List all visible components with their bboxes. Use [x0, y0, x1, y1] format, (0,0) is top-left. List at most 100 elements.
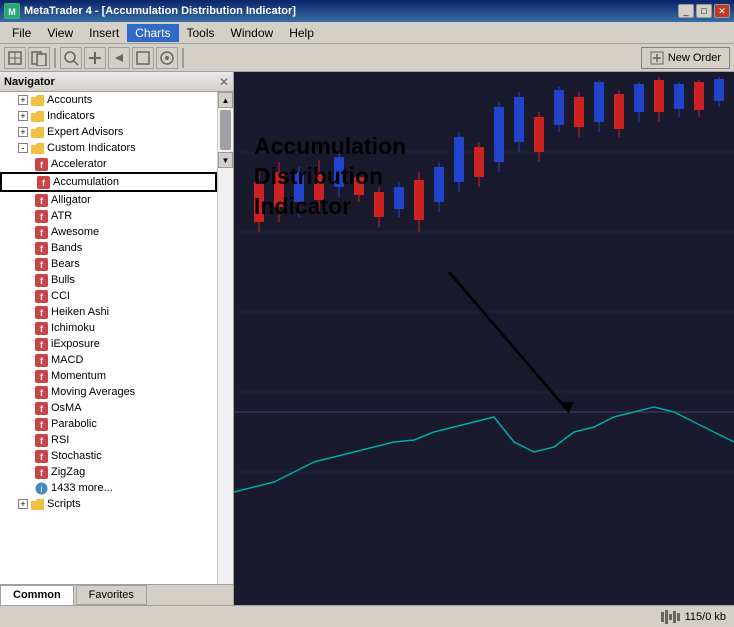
tree-item-parabolic[interactable]: f Parabolic: [0, 416, 217, 432]
memory-indicator: 115/0 kb: [661, 610, 726, 624]
ma-icon: f: [34, 385, 48, 399]
tree-item-bears[interactable]: f Bears: [0, 256, 217, 272]
tree-item-osma[interactable]: f OsMA: [0, 400, 217, 416]
osma-icon: f: [34, 401, 48, 415]
expand-custom-icon[interactable]: -: [18, 143, 28, 153]
zigzag-label: ZigZag: [51, 466, 85, 478]
bears-label: Bears: [51, 258, 80, 270]
tree-item-momentum[interactable]: f Momentum: [0, 368, 217, 384]
navigator-close-button[interactable]: ✕: [219, 75, 229, 89]
toolbar: New Order: [0, 44, 734, 72]
bulls-label: Bulls: [51, 274, 75, 286]
tree-item-atr[interactable]: f ATR: [0, 208, 217, 224]
menu-window[interactable]: Window: [223, 24, 282, 42]
tree-item-bulls[interactable]: f Bulls: [0, 272, 217, 288]
bands-label: Bands: [51, 242, 82, 254]
tree-item-heiken-ashi[interactable]: f Heiken Ashi: [0, 304, 217, 320]
alligator-label: Alligator: [51, 194, 91, 206]
scroll-up-button[interactable]: ▲: [218, 92, 233, 108]
toolbar-separator-1: [54, 48, 56, 68]
accelerator-label: Accelerator: [51, 158, 107, 170]
annotation-overlay: Accumulation Distribution Indicator: [254, 132, 406, 222]
expand-indicators-icon[interactable]: +: [18, 111, 28, 121]
accounts-label: Accounts: [47, 94, 92, 106]
tree-item-scripts[interactable]: + Scripts: [0, 496, 217, 512]
toolbar-btn-3[interactable]: [60, 47, 82, 69]
tree-item-indicators[interactable]: + Indicators: [0, 108, 217, 124]
tree-item-awesome[interactable]: f Awesome: [0, 224, 217, 240]
menu-charts[interactable]: Charts: [127, 24, 178, 42]
heiken-label: Heiken Ashi: [51, 306, 109, 318]
tab-favorites[interactable]: Favorites: [76, 585, 147, 605]
awesome-icon: f: [34, 225, 48, 239]
tree-item-zigzag[interactable]: f ZigZag: [0, 464, 217, 480]
minimize-button[interactable]: _: [678, 4, 694, 18]
accumulation-icon: f: [36, 175, 50, 189]
bulls-icon: f: [34, 273, 48, 287]
zigzag-icon: f: [34, 465, 48, 479]
atr-label: ATR: [51, 210, 72, 222]
rsi-icon: f: [34, 433, 48, 447]
tree-item-bands[interactable]: f Bands: [0, 240, 217, 256]
menu-tools[interactable]: Tools: [179, 24, 223, 42]
toolbar-btn-4[interactable]: [84, 47, 106, 69]
menu-help[interactable]: Help: [281, 24, 322, 42]
tree-item-accounts[interactable]: + Accounts: [0, 92, 217, 108]
atr-icon: f: [34, 209, 48, 223]
toolbar-btn-5[interactable]: [108, 47, 130, 69]
navigator-scrollbar[interactable]: ▲ ▼: [217, 92, 233, 584]
more-label: 1433 more...: [51, 482, 113, 494]
expand-accounts-icon[interactable]: +: [18, 95, 28, 105]
momentum-icon: f: [34, 369, 48, 383]
toolbar-btn-7[interactable]: [156, 47, 178, 69]
custom-folder-icon: [30, 141, 44, 155]
toolbar-btn-2[interactable]: [28, 47, 50, 69]
tree-item-alligator[interactable]: f Alligator: [0, 192, 217, 208]
tree-item-moving-averages[interactable]: f Moving Averages: [0, 384, 217, 400]
tree-item-accumulation[interactable]: f Accumulation: [0, 172, 217, 192]
maximize-button[interactable]: □: [696, 4, 712, 18]
iexposure-icon: f: [34, 337, 48, 351]
osma-label: OsMA: [51, 402, 82, 414]
toolbar-btn-6[interactable]: [132, 47, 154, 69]
awesome-label: Awesome: [51, 226, 99, 238]
momentum-label: Momentum: [51, 370, 106, 382]
toolbar-right: New Order: [641, 47, 730, 69]
tree-item-iexposure[interactable]: f iExposure: [0, 336, 217, 352]
menu-file[interactable]: File: [4, 24, 39, 42]
tree-item-macd[interactable]: f MACD: [0, 352, 217, 368]
expand-ea-icon[interactable]: +: [18, 127, 28, 137]
accumulation-label: Accumulation: [53, 176, 119, 188]
scroll-down-button[interactable]: ▼: [218, 152, 233, 168]
annotation-line-2: Distribution: [254, 162, 406, 192]
expand-scripts-icon[interactable]: +: [18, 499, 28, 509]
tree-item-custom-indicators[interactable]: - Custom Indicators: [0, 140, 217, 156]
toolbar-btn-1[interactable]: [4, 47, 26, 69]
tab-common[interactable]: Common: [0, 585, 74, 605]
tree-item-expert-advisors[interactable]: + Expert Advisors: [0, 124, 217, 140]
ichimoku-label: Ichimoku: [51, 322, 95, 334]
indicators-folder-icon: [30, 109, 44, 123]
status-bar: 115/0 kb: [0, 605, 734, 627]
stochastic-icon: f: [34, 449, 48, 463]
new-order-button[interactable]: New Order: [641, 47, 730, 69]
alligator-icon: f: [34, 193, 48, 207]
tree-item-rsi[interactable]: f RSI: [0, 432, 217, 448]
window-controls[interactable]: _ □ ✕: [678, 4, 730, 18]
scroll-thumb[interactable]: [220, 110, 231, 150]
menu-view[interactable]: View: [39, 24, 81, 42]
close-button[interactable]: ✕: [714, 4, 730, 18]
tree-item-more[interactable]: i 1433 more...: [0, 480, 217, 496]
scripts-label: Scripts: [47, 498, 81, 510]
tree-item-ichimoku[interactable]: f Ichimoku: [0, 320, 217, 336]
navigator-header: Navigator ✕: [0, 72, 233, 92]
toolbar-separator-2: [182, 48, 184, 68]
tree-item-accelerator[interactable]: f Accelerator: [0, 156, 217, 172]
tree-content: + Accounts + Indicators: [0, 92, 217, 584]
rsi-label: RSI: [51, 434, 69, 446]
memory-value: 115/0 kb: [685, 611, 726, 623]
menu-insert[interactable]: Insert: [81, 24, 127, 42]
ea-folder-icon: [30, 125, 44, 139]
tree-item-stochastic[interactable]: f Stochastic: [0, 448, 217, 464]
tree-item-cci[interactable]: f CCI: [0, 288, 217, 304]
